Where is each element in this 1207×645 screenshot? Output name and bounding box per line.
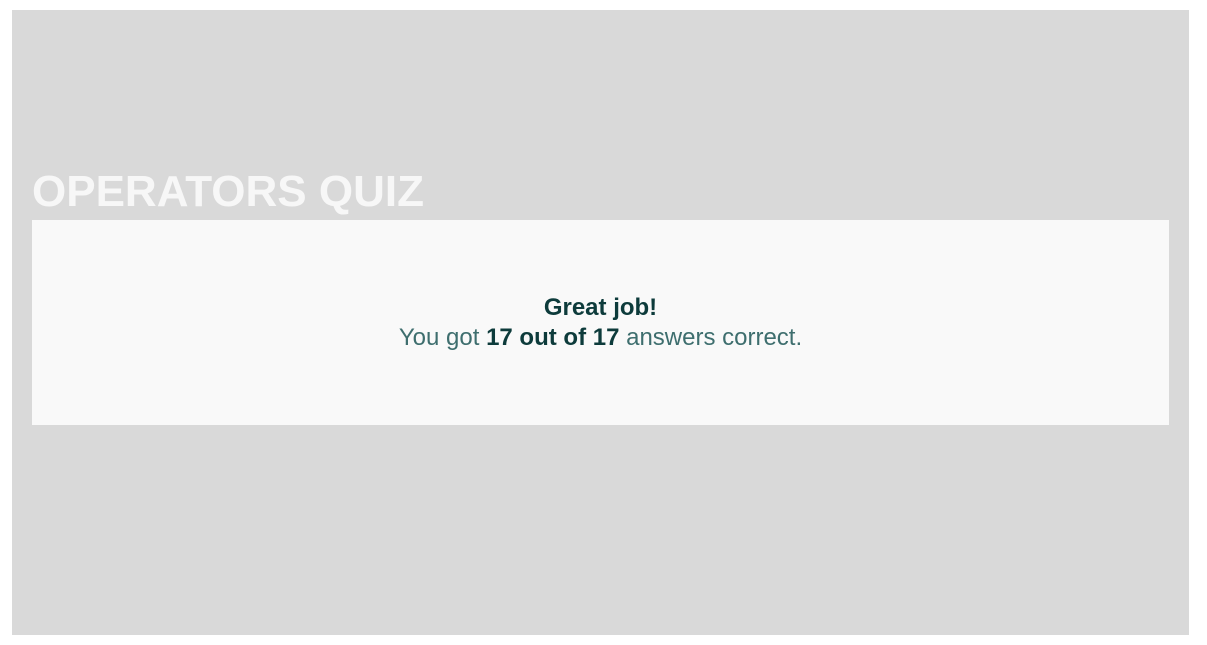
result-prefix: You got [398, 324, 487, 351]
result-card: Great job! You got 17 out of 17 answers … [32, 220, 1169, 425]
result-headline: Great job! [543, 294, 658, 321]
quiz-title: OPERATORS QUIZ [32, 167, 424, 216]
quiz-container: OPERATORS QUIZ Great job! You got 17 out… [12, 10, 1189, 635]
result-summary: You got 17 out of 17 answers correct. [32, 323, 1169, 353]
result-message: Great job! You got 17 out of 17 answers … [32, 293, 1169, 353]
result-suffix: answers correct. [619, 324, 803, 351]
result-score: 17 out of 17 [486, 324, 620, 351]
